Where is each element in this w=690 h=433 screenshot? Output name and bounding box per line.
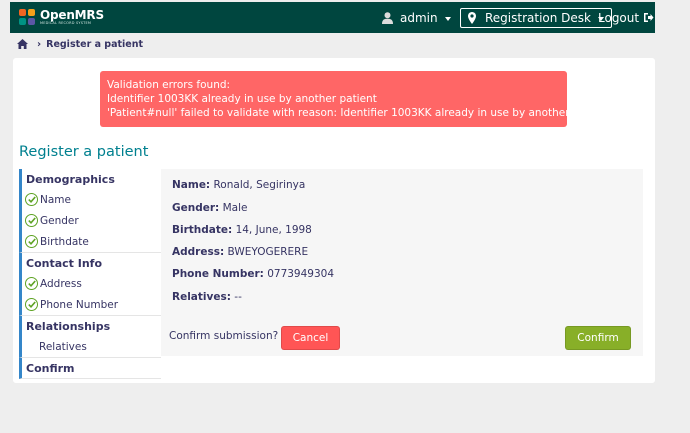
summary-birthdate-label: Birthdate: <box>172 224 233 236</box>
check-circle-icon <box>25 193 38 206</box>
summary-relatives: Relatives: -- <box>172 291 242 303</box>
section-demographics: Demographics Name Gender Birthdate <box>19 169 161 252</box>
summary-relatives-value: -- <box>234 291 242 303</box>
summary-phone-value: 0773949304 <box>267 268 335 280</box>
user-name: admin <box>400 10 438 25</box>
section-relationships: Relationships Relatives <box>19 315 161 357</box>
registration-sections-nav: Demographics Name Gender Birthdate Conta… <box>19 169 161 379</box>
user-icon <box>382 11 393 24</box>
home-icon[interactable] <box>17 39 28 49</box>
sidebar-item-label: Gender <box>40 214 79 227</box>
check-circle-icon <box>25 277 38 290</box>
summary-gender: Gender: Male <box>172 202 247 214</box>
section-contact-info: Contact Info Address Phone Number <box>19 252 161 315</box>
sidebar-item-birthdate[interactable]: Birthdate <box>22 231 161 252</box>
top-header: OpenMRS MEDICAL RECORD SYSTEM admin Regi… <box>10 2 655 33</box>
cancel-button[interactable]: Cancel <box>281 326 340 350</box>
summary-gender-label: Gender: <box>172 202 220 214</box>
page-title: Register a patient <box>19 144 149 160</box>
summary-address-label: Address: <box>172 246 225 258</box>
sidebar-item-label: Phone Number <box>40 298 119 311</box>
logout-link[interactable]: Logout <box>598 2 654 33</box>
sidebar-item-name[interactable]: Name <box>22 189 161 210</box>
brand-name: OpenMRS <box>40 8 104 22</box>
sidebar-item-label: Birthdate <box>40 235 89 248</box>
chevron-right-icon: › <box>37 38 42 50</box>
check-circle-icon <box>25 235 38 248</box>
section-contact-info-title[interactable]: Contact Info <box>22 253 161 273</box>
openmrs-logo-icon <box>19 9 36 26</box>
confirm-submission-question: Confirm submission? <box>169 330 279 342</box>
validation-error-alert: Validation errors found: Identifier 1003… <box>100 71 611 127</box>
section-confirm-title[interactable]: Confirm <box>22 358 161 378</box>
alert-message-2: 'Patient#null' failed to validate with r… <box>107 107 611 119</box>
sidebar-item-gender[interactable]: Gender <box>22 210 161 231</box>
summary-phone: Phone Number: 0773949304 <box>172 268 334 280</box>
alert-message-1: Identifier 1003KK already in use by anot… <box>107 93 377 105</box>
chevron-down-icon <box>444 16 451 21</box>
user-menu[interactable]: admin <box>382 2 451 33</box>
summary-name: Name: Ronald, Segirinya <box>172 179 305 191</box>
breadcrumb: › Register a patient <box>17 36 143 52</box>
section-demographics-title[interactable]: Demographics <box>22 169 161 189</box>
logout-label: Logout <box>598 10 640 25</box>
summary-birthdate-value: 14, June, 1998 <box>235 224 312 236</box>
breadcrumb-current: Register a patient <box>46 38 144 50</box>
summary-name-value: Ronald, Segirinya <box>213 179 306 191</box>
logout-icon <box>644 13 654 22</box>
section-confirm: Confirm <box>19 357 161 379</box>
summary-address-value: BWEYOGERERE <box>227 246 309 258</box>
confirm-button[interactable]: Confirm <box>565 326 631 350</box>
openmrs-logo[interactable]: OpenMRS MEDICAL RECORD SYSTEM <box>19 9 104 26</box>
summary-birthdate: Birthdate: 14, June, 1998 <box>172 224 312 236</box>
sidebar-item-label: Name <box>40 193 71 206</box>
location-name: Registration Desk <box>485 10 592 25</box>
map-marker-icon <box>468 11 476 24</box>
sidebar-item-relatives[interactable]: Relatives <box>22 336 161 357</box>
sidebar-item-label: Address <box>40 277 82 290</box>
summary-relatives-label: Relatives: <box>172 291 231 303</box>
check-circle-icon <box>25 214 38 227</box>
alert-heading: Validation errors found: <box>107 79 231 91</box>
section-relationships-title[interactable]: Relationships <box>22 316 161 336</box>
summary-phone-label: Phone Number: <box>172 268 264 280</box>
check-circle-icon <box>25 298 38 311</box>
confirmation-panel: Name: Ronald, Segirinya Gender: Male Bir… <box>161 169 643 356</box>
sidebar-item-address[interactable]: Address <box>22 273 161 294</box>
summary-name-label: Name: <box>172 179 211 191</box>
summary-address: Address: BWEYOGERERE <box>172 246 308 258</box>
sidebar-item-phone-number[interactable]: Phone Number <box>22 294 161 315</box>
summary-gender-value: Male <box>222 202 248 214</box>
location-menu[interactable]: Registration Desk <box>460 7 613 28</box>
